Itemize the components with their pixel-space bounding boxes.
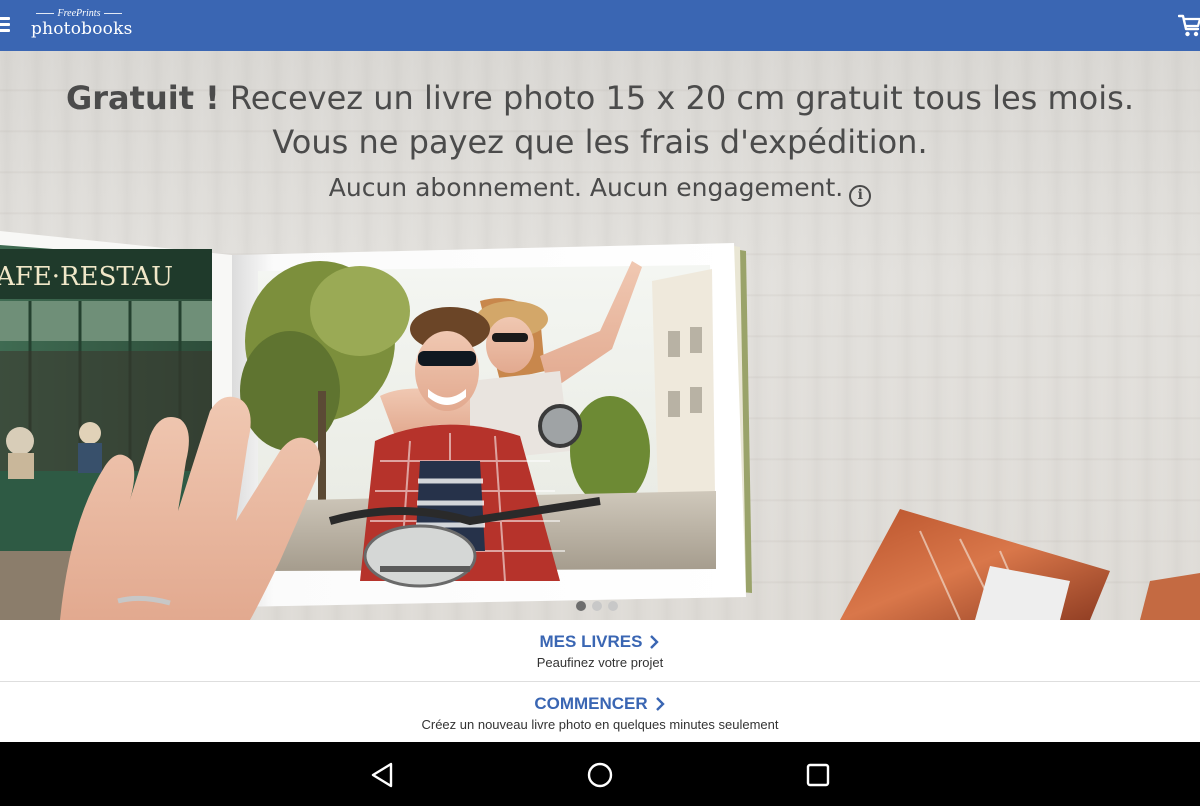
home-circle-icon[interactable]	[585, 760, 615, 790]
top-app-bar: FreePrints photobooks	[0, 0, 1200, 51]
my-books-button[interactable]: MES LIVRES Peaufinez votre projet	[0, 620, 1200, 682]
start-button[interactable]: COMMENCER Créez un nouveau livre photo e…	[0, 682, 1200, 742]
info-icon[interactable]: i	[849, 185, 872, 207]
logo-top-text: FreePrints	[57, 8, 101, 19]
hamburger-menu-icon[interactable]	[0, 13, 14, 37]
app-screen: FreePrints photobooks Gratuit ! Recevez …	[0, 0, 1200, 806]
start-subtitle: Créez un nouveau livre photo en quelques…	[421, 717, 779, 732]
hero-no-commitment-text: Aucun abonnement. Aucun engagement.	[328, 173, 844, 202]
scooter-photo	[240, 261, 716, 588]
my-books-title: MES LIVRES	[539, 632, 643, 651]
system-navigation-bar	[0, 742, 1200, 806]
freeprints-photobooks-logo[interactable]: FreePrints photobooks	[31, 8, 133, 42]
start-title: COMMENCER	[534, 694, 648, 713]
hero-no-commitment: Aucun abonnement. Aucun engagement. i	[0, 171, 1200, 207]
carousel-dot-3[interactable]	[608, 601, 618, 611]
photobook-illustration: AFE·RESTAU	[0, 231, 1200, 620]
logo-main-text: photobooks	[31, 19, 133, 39]
my-books-subtitle: Peaufinez votre projet	[536, 655, 664, 670]
recents-square-icon[interactable]	[803, 760, 833, 790]
carousel-dot-1[interactable]	[576, 601, 586, 611]
hero-headline-bold: Gratuit !	[66, 79, 220, 117]
carousel-dot-2[interactable]	[592, 601, 602, 611]
hero-banner: Gratuit ! Recevez un livre photo 15 x 20…	[0, 51, 1200, 620]
carousel-dots	[576, 601, 618, 611]
hero-headline: Gratuit ! Recevez un livre photo 15 x 20…	[0, 77, 1200, 119]
chevron-right-icon	[650, 635, 660, 649]
hero-shipping-note: Vous ne payez que les frais d'expédition…	[272, 123, 928, 161]
back-triangle-icon[interactable]	[368, 760, 398, 790]
hero-headline-rest: Recevez un livre photo 15 x 20 cm gratui…	[219, 79, 1134, 117]
chevron-right-icon	[655, 697, 665, 711]
shopping-cart-icon[interactable]	[1177, 10, 1200, 40]
corner-photos	[840, 509, 1200, 620]
svg-text:AFE·RESTAU: AFE·RESTAU	[0, 262, 173, 292]
